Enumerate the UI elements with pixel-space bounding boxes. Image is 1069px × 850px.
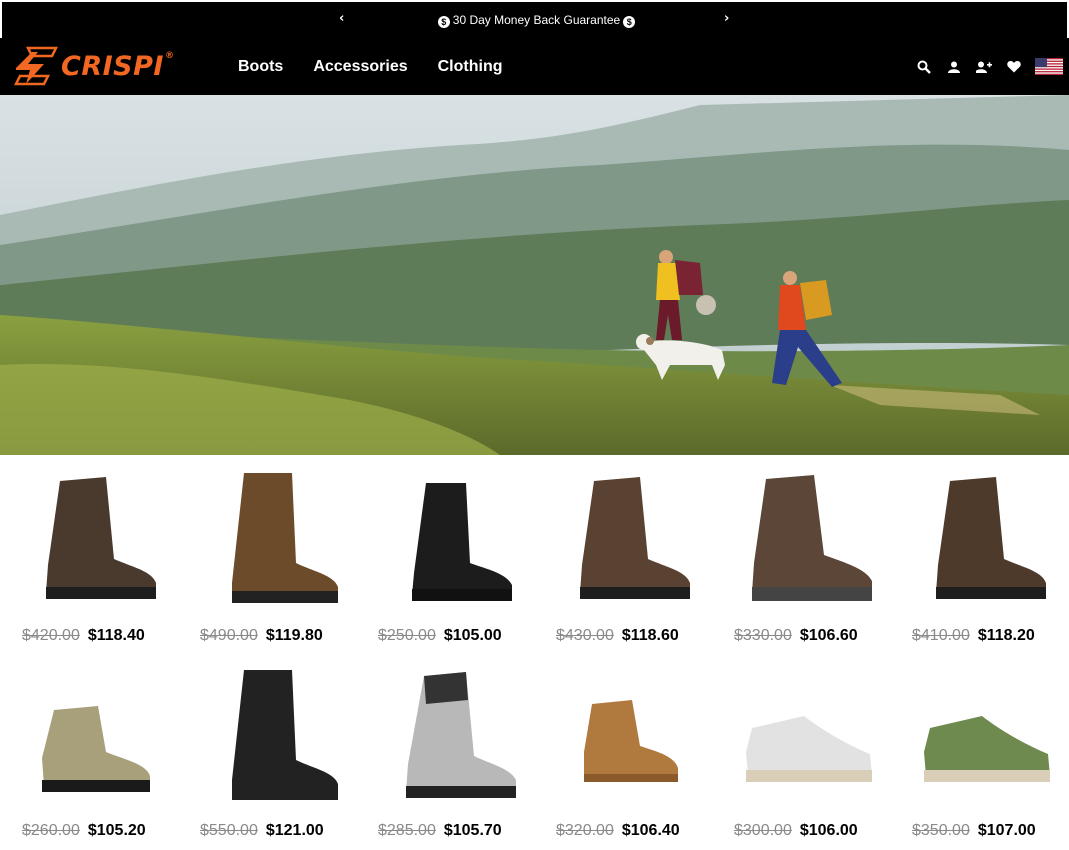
nav-boots[interactable]: Boots <box>238 58 283 76</box>
sale-price: $105.00 <box>443 627 502 644</box>
product-image <box>746 716 872 782</box>
price-row: $300.00 $106.00 <box>734 822 858 840</box>
sale-price: $107.00 <box>977 822 1036 839</box>
us-flag-icon[interactable] <box>1035 58 1063 75</box>
product-image <box>924 716 1050 782</box>
product-card[interactable]: $420.00 $118.40 <box>0 455 178 652</box>
sale-price: $119.80 <box>265 627 323 644</box>
original-price: $430.00 <box>556 627 614 644</box>
product-card[interactable]: $300.00 $106.00 <box>712 652 890 849</box>
nav-clothing[interactable]: Clothing <box>438 58 503 76</box>
original-price: $260.00 <box>22 822 80 839</box>
product-card[interactable]: $260.00 $105.20 <box>0 652 178 849</box>
price-row: $320.00 $106.40 <box>556 822 680 840</box>
price-row: $350.00 $107.00 <box>912 822 1036 840</box>
product-image <box>412 483 512 601</box>
product-image <box>584 700 678 782</box>
price-row: $250.00 $105.00 <box>378 627 502 645</box>
price-row: $330.00 $106.60 <box>734 627 858 645</box>
product-card[interactable]: $430.00 $118.60 <box>534 455 712 652</box>
product-card[interactable]: $330.00 $106.60 <box>712 455 890 652</box>
original-price: $300.00 <box>734 822 792 839</box>
registered-mark: ® <box>164 50 175 61</box>
original-price: $350.00 <box>912 822 970 839</box>
product-image <box>232 670 338 800</box>
sale-price: $105.70 <box>443 822 502 839</box>
product-image <box>752 475 872 601</box>
crispi-logo-icon <box>14 46 58 86</box>
brand-name: CRISPI <box>61 50 164 82</box>
original-price: $320.00 <box>556 822 614 839</box>
product-card[interactable]: $285.00 $105.70 <box>356 652 534 849</box>
product-image <box>580 477 690 599</box>
product-card[interactable]: $350.00 $107.00 <box>890 652 1068 849</box>
sale-price: $118.40 <box>87 627 145 644</box>
product-image <box>42 706 150 792</box>
sale-price: $106.00 <box>799 822 858 839</box>
price-row: $260.00 $105.20 <box>22 822 146 840</box>
site-header: CRISPI® Boots Accessories Clothing <box>0 38 1069 95</box>
product-card[interactable]: $550.00 $121.00 <box>178 652 356 849</box>
price-row: $430.00 $118.60 <box>556 627 679 645</box>
announcement-message: $30 Day Money Back Guarantee $ <box>2 13 1069 28</box>
price-row: $420.00 $118.40 <box>22 627 145 645</box>
original-price: $550.00 <box>200 822 258 839</box>
product-card[interactable]: $490.00 $119.80 <box>178 455 356 652</box>
original-price: $490.00 <box>200 627 258 644</box>
sale-price: $118.20 <box>977 627 1035 644</box>
original-price: $250.00 <box>378 627 436 644</box>
hikers-landscape-image <box>0 95 1069 455</box>
product-card[interactable]: $250.00 $105.00 <box>356 455 534 652</box>
dollar-coin-icon: $ <box>623 16 636 28</box>
product-grid: $420.00 $118.40 $490.00 $119.80 $250.00 $10… <box>0 455 1069 850</box>
chevron-right-icon[interactable]: › <box>724 11 729 26</box>
sale-price: $106.60 <box>799 627 858 644</box>
original-price: $420.00 <box>22 627 80 644</box>
nav-accessories[interactable]: Accessories <box>313 58 407 76</box>
price-row: $550.00 $121.00 <box>200 822 324 840</box>
brand-wordmark: CRISPI® <box>61 51 174 82</box>
crispi-logo[interactable]: CRISPI® <box>14 46 174 86</box>
original-price: $410.00 <box>912 627 970 644</box>
sale-price: $105.20 <box>87 822 146 839</box>
product-card[interactable]: $320.00 $106.40 <box>534 652 712 849</box>
original-price: $330.00 <box>734 627 792 644</box>
register-icon[interactable] <box>975 58 992 75</box>
price-row: $490.00 $119.80 <box>200 627 323 645</box>
sale-price: $118.60 <box>621 627 679 644</box>
product-card[interactable]: $410.00 $118.20 <box>890 455 1068 652</box>
sale-price: $121.00 <box>265 822 324 839</box>
hero-image[interactable] <box>0 95 1069 455</box>
price-row: $410.00 $118.20 <box>912 627 1035 645</box>
product-image <box>406 672 516 798</box>
product-image <box>46 477 156 599</box>
price-row: $285.00 $105.70 <box>378 822 502 840</box>
product-image <box>936 477 1046 599</box>
product-image <box>232 473 338 603</box>
dollar-coin-icon: $ <box>437 16 450 28</box>
account-icon[interactable] <box>945 58 962 75</box>
announcement-text: 30 Day Money Back Guarantee <box>452 13 621 27</box>
original-price: $285.00 <box>378 822 436 839</box>
search-icon[interactable] <box>915 58 932 75</box>
announcement-bar: ‹ $30 Day Money Back Guarantee $ › <box>0 0 1069 38</box>
wishlist-icon[interactable] <box>1005 58 1022 75</box>
header-tools <box>915 58 1063 75</box>
sale-price: $106.40 <box>621 822 680 839</box>
main-nav: Boots Accessories Clothing <box>238 58 503 76</box>
